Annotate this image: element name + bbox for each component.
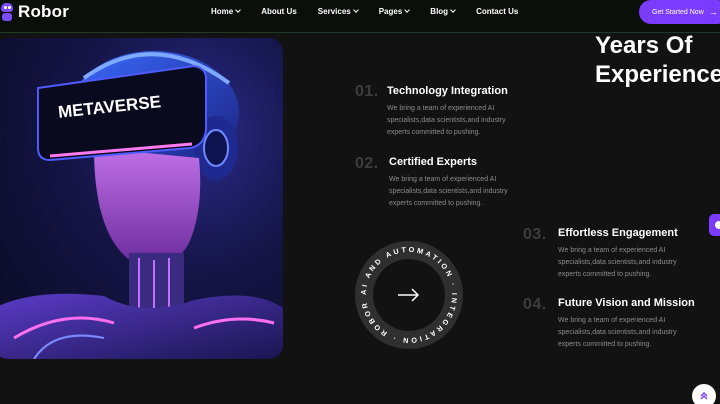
feature-number: 04. xyxy=(523,296,547,313)
get-started-button[interactable]: Get Started Now → xyxy=(639,0,720,24)
get-started-label: Get Started Now xyxy=(652,8,704,16)
nav-item-label: Services xyxy=(317,7,351,16)
settings-toggle-button[interactable] xyxy=(709,214,720,236)
feature-title: Certified Experts xyxy=(389,156,478,168)
feature-number: 03. xyxy=(523,226,547,243)
feature-description: We bring a team of experienced AI specia… xyxy=(387,105,506,136)
nav-item-blog[interactable]: Blog xyxy=(430,7,456,16)
arrow-right-icon: → xyxy=(708,7,718,17)
brand-name: Robor xyxy=(18,2,70,21)
feature-title: Technology Integration xyxy=(387,85,508,97)
feature-title: Effortless Engagement xyxy=(558,227,678,239)
vr-robot-illustration: METAVERSE xyxy=(0,51,283,359)
scroll-to-top-button[interactable] xyxy=(692,384,716,404)
section-title: Years Of Experience xyxy=(595,31,720,89)
robot-logo-icon xyxy=(0,3,14,21)
chevron-down-icon xyxy=(235,7,242,13)
site-header: Robor Home About Us Services Pages Blog … xyxy=(0,0,720,33)
brand-logo[interactable]: Robor xyxy=(0,2,69,22)
feature-description: We bring a team of experienced AI specia… xyxy=(558,317,677,348)
nav-item-services[interactable]: Services xyxy=(317,7,359,16)
nav-item-home[interactable]: Home xyxy=(211,7,242,16)
feature-number: 02. xyxy=(355,155,379,172)
title-line-1: Years Of xyxy=(595,32,693,59)
chevrons-up-icon xyxy=(700,392,708,400)
title-line-2: Experience xyxy=(595,61,720,88)
feature-description: We bring a team of experienced AI specia… xyxy=(389,176,508,207)
toggle-dot-icon xyxy=(715,221,720,229)
chevron-down-icon xyxy=(352,7,359,13)
rotating-badge[interactable]: AI AND AUTOMATION · INTEGRATION · ROBOR … xyxy=(352,233,464,350)
nav-item-label: Pages xyxy=(378,7,403,16)
chevron-down-icon xyxy=(404,7,411,13)
nav-item-about-us[interactable]: About Us xyxy=(261,7,297,16)
nav-item-label: Blog xyxy=(430,7,449,16)
feature-number: 01. xyxy=(355,83,379,100)
nav-item-pages[interactable]: Pages xyxy=(378,7,411,16)
hero-image: METAVERSE xyxy=(0,38,283,359)
nav-item-contact-us[interactable]: Contact Us xyxy=(476,7,518,16)
chevron-down-icon xyxy=(450,7,456,13)
nav-item-label: Contact Us xyxy=(476,7,519,16)
nav-item-label: Home xyxy=(211,7,234,16)
nav-item-label: About Us xyxy=(261,7,297,16)
feature-description: We bring a team of experienced AI specia… xyxy=(558,247,677,278)
feature-title: Future Vision and Mission xyxy=(558,297,695,309)
main-nav: Home About Us Services Pages Blog Contac… xyxy=(211,7,539,16)
